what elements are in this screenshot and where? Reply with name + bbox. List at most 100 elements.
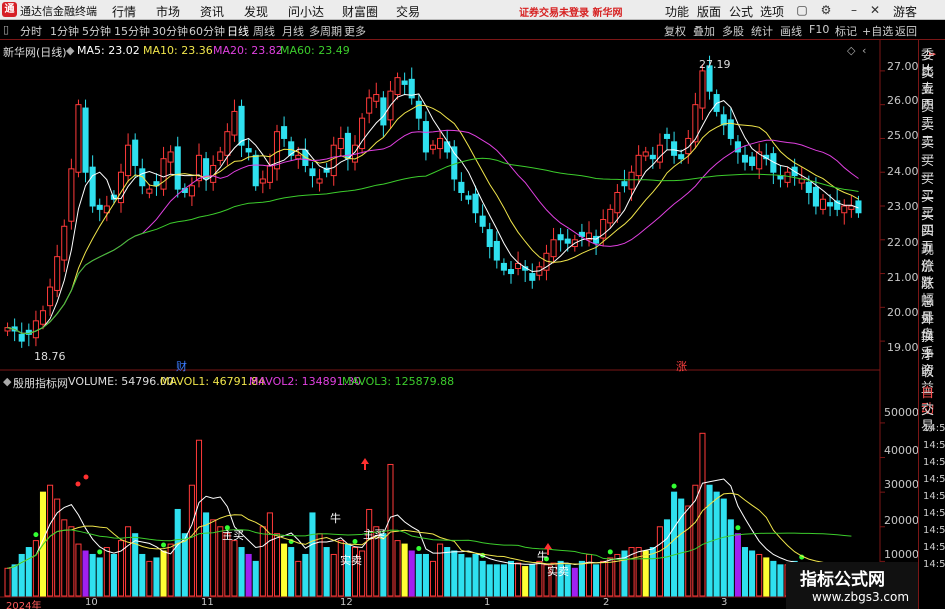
tool-back[interactable]: 返回 (895, 23, 917, 39)
menu-market[interactable]: 市场 (156, 3, 180, 20)
period-1min[interactable]: 1分钟 (50, 23, 79, 39)
candle (132, 139, 139, 166)
skin-icon[interactable]: ▢ (793, 2, 811, 18)
menu-function[interactable]: 功能 (665, 3, 689, 20)
guest-user[interactable]: 游客 (893, 3, 917, 20)
period-monthly[interactable]: 月线 (282, 23, 304, 39)
volume-bar (11, 564, 18, 597)
vol-tick: 40000 (884, 444, 919, 457)
candle (224, 131, 231, 156)
volume-bar (593, 564, 600, 597)
period-5min[interactable]: 5分钟 (82, 23, 111, 39)
candle (316, 178, 323, 184)
close-icon[interactable]: ✕ (866, 2, 884, 18)
date-label: 3 (721, 597, 728, 608)
candle (827, 202, 834, 207)
candle (337, 137, 344, 150)
tool-add-favorite[interactable]: +自选 (862, 23, 893, 39)
menu-xiaoda[interactable]: 问小达 (288, 3, 324, 20)
candle (507, 269, 515, 275)
tool-overlay[interactable]: 叠加 (693, 23, 715, 39)
volume-bar (415, 553, 422, 597)
volume-value: VOLUME: 54796.00 (68, 375, 174, 388)
candle (451, 146, 458, 180)
volume-bar (734, 533, 741, 597)
volume-bar (224, 533, 231, 597)
volume-bar (302, 553, 309, 597)
volume-bar (47, 484, 54, 597)
volume-bar (529, 564, 536, 597)
candle (649, 154, 656, 160)
period-30min[interactable]: 30分钟 (152, 23, 188, 39)
volume-bar (444, 547, 451, 597)
kline-chart[interactable] (0, 40, 918, 609)
login-notice[interactable]: 证券交易未登录 新华网 (519, 4, 622, 19)
candle (245, 148, 252, 153)
menu-options[interactable]: 选项 (760, 3, 784, 20)
candle (259, 178, 266, 184)
vol-text-buy: 主买 (363, 528, 385, 541)
period-multi[interactable]: 多周期 (309, 23, 342, 39)
vol-text-sell: 实卖 (547, 565, 569, 578)
volume-bar (68, 526, 75, 597)
vol-settings-icon[interactable]: ◆ (3, 375, 11, 388)
menu-trade[interactable]: 交易 (396, 3, 420, 20)
menu-news[interactable]: 资讯 (200, 3, 224, 20)
volume-bar (642, 550, 649, 597)
volume-bar (408, 550, 415, 597)
menu-layout[interactable]: 版面 (697, 3, 721, 20)
signal-dot (607, 549, 613, 555)
candle (18, 333, 25, 342)
volume-bar (323, 547, 330, 597)
candle (295, 154, 302, 160)
limit-mark[interactable]: 涨 (676, 358, 687, 374)
volume-bar (188, 484, 195, 597)
tool-draw[interactable]: 画线 (780, 23, 802, 39)
volume-bar (451, 550, 458, 597)
tool-stats[interactable]: 统计 (751, 23, 773, 39)
tool-mark[interactable]: 标记 (835, 23, 857, 39)
menu-discover[interactable]: 发现 (244, 3, 268, 20)
volume-bar (25, 547, 32, 597)
menu-quotes[interactable]: 行情 (112, 3, 136, 20)
vol-tick: 20000 (884, 514, 919, 527)
candle (727, 119, 734, 139)
candle (167, 151, 174, 163)
period-minute[interactable]: 分时 (20, 23, 42, 39)
period-15min[interactable]: 15分钟 (114, 23, 150, 39)
tool-restore-rights[interactable]: 复权 (664, 23, 686, 39)
volume-bar (749, 550, 756, 597)
finance-mark[interactable]: 财 (176, 358, 187, 374)
menu-wealth[interactable]: 财富圈 (342, 3, 378, 20)
period-daily[interactable]: 日线 (227, 23, 249, 39)
period-weekly[interactable]: 周线 (253, 23, 275, 39)
candle (47, 286, 54, 307)
watermark-url: www.zbgs3.com (812, 590, 910, 604)
legend-toggle-icon[interactable]: ◆ (66, 44, 74, 57)
volume-bar (330, 553, 337, 597)
date-label: 12 (340, 597, 353, 608)
signal-dot (33, 532, 39, 538)
volume-bar (458, 553, 465, 597)
period-more[interactable]: 更多 (344, 23, 366, 39)
candle (415, 100, 422, 119)
volume-bar (770, 560, 777, 597)
tool-multi-stock[interactable]: 多股 (722, 23, 744, 39)
chart-collapse-icon[interactable]: ‹ (862, 44, 866, 57)
tick-time: 14:56 (923, 457, 945, 468)
candle (422, 121, 429, 153)
tool-f10[interactable]: F10 (809, 23, 829, 36)
candle (217, 151, 224, 161)
volume-bar (678, 498, 685, 597)
settings-icon[interactable]: ⚙ (817, 2, 835, 18)
volume-bar (245, 553, 252, 597)
menu-formula[interactable]: 公式 (729, 3, 753, 20)
volume-bar (507, 560, 515, 597)
toolbar-collapse-icon[interactable]: ▯ (3, 23, 9, 36)
candle (54, 256, 61, 291)
candle (32, 320, 39, 339)
minimize-icon[interactable]: – (845, 2, 863, 18)
chart-settings-icon[interactable]: ◇ (847, 44, 855, 57)
price-tick: 26.00 (887, 94, 919, 107)
period-60min[interactable]: 60分钟 (189, 23, 225, 39)
